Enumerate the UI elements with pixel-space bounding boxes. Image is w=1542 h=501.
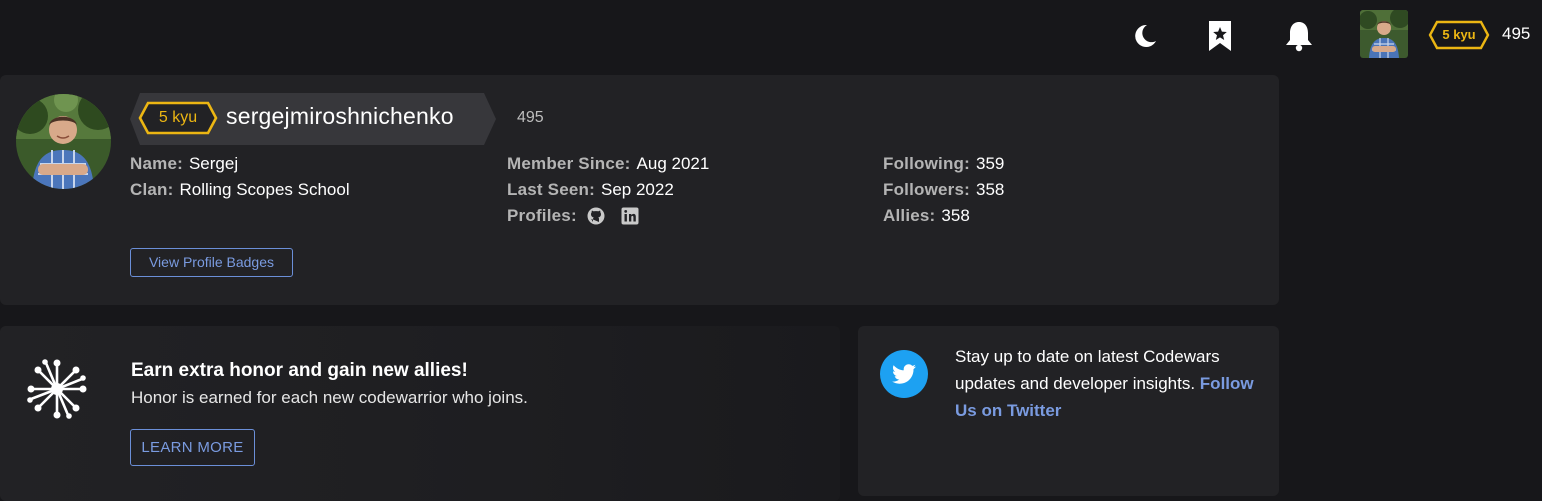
- name-banner: 5 kyu sergejmiroshnichenko: [130, 93, 498, 145]
- twitter-icon[interactable]: [880, 350, 928, 398]
- bell-icon[interactable]: [1284, 20, 1314, 52]
- stat-profiles: Profiles:: [507, 203, 709, 229]
- stat-last-seen: Last Seen: Sep 2022: [507, 180, 674, 199]
- user-avatar[interactable]: [1360, 10, 1408, 58]
- rank-badge: 5 kyu: [1428, 20, 1490, 50]
- profile-rank-badge: 5 kyu: [138, 101, 218, 135]
- honor-promo-subtitle: Honor is earned for each new codewarrior…: [131, 388, 528, 407]
- stats-column-2: Member Since: Aug 2021 Last Seen: Sep 20…: [507, 151, 709, 229]
- rank-label: 5 kyu: [1442, 27, 1476, 42]
- moon-icon[interactable]: [1129, 20, 1159, 52]
- twitter-promo-message: Stay up to date on latest Codewars updat…: [955, 347, 1220, 393]
- network-icon: [26, 358, 88, 420]
- profile-honor: 495: [517, 109, 544, 126]
- profile-avatar: [16, 94, 111, 189]
- github-icon[interactable]: [587, 207, 605, 225]
- honor-promo-title: Earn extra honor and gain new allies!: [131, 360, 468, 381]
- twitter-promo-text: Stay up to date on latest Codewars updat…: [955, 343, 1265, 424]
- linkedin-icon[interactable]: [621, 207, 639, 225]
- bookmark-star-icon[interactable]: [1205, 20, 1235, 52]
- twitter-promo-card: Stay up to date on latest Codewars updat…: [858, 326, 1279, 496]
- stats-column-1: Name: Sergej Clan: Rolling Scopes School: [130, 151, 350, 203]
- stat-allies: Allies: 358: [883, 206, 970, 225]
- stat-member-since: Member Since: Aug 2021: [507, 154, 710, 173]
- top-bar: 5 kyu 495: [0, 0, 1542, 70]
- stat-name: Name: Sergej: [130, 154, 239, 173]
- profile-rank-label: 5 kyu: [158, 109, 198, 126]
- stat-clan: Clan: Rolling Scopes School: [130, 180, 350, 199]
- view-profile-badges-button[interactable]: View Profile Badges: [130, 248, 293, 277]
- stats-column-3: Following: 359 Followers: 358 Allies: 35…: [883, 151, 1004, 229]
- stat-followers: Followers: 358: [883, 180, 1005, 199]
- honor-count: 495: [1502, 24, 1531, 43]
- profile-card: 5 kyu sergejmiroshnichenko 495 Name: Ser…: [0, 75, 1279, 305]
- learn-more-button[interactable]: LEARN MORE: [130, 429, 255, 466]
- stat-following: Following: 359: [883, 154, 1005, 173]
- honor-promo-card: Earn extra honor and gain new allies! Ho…: [0, 326, 840, 501]
- username: sergejmiroshnichenko: [226, 103, 454, 129]
